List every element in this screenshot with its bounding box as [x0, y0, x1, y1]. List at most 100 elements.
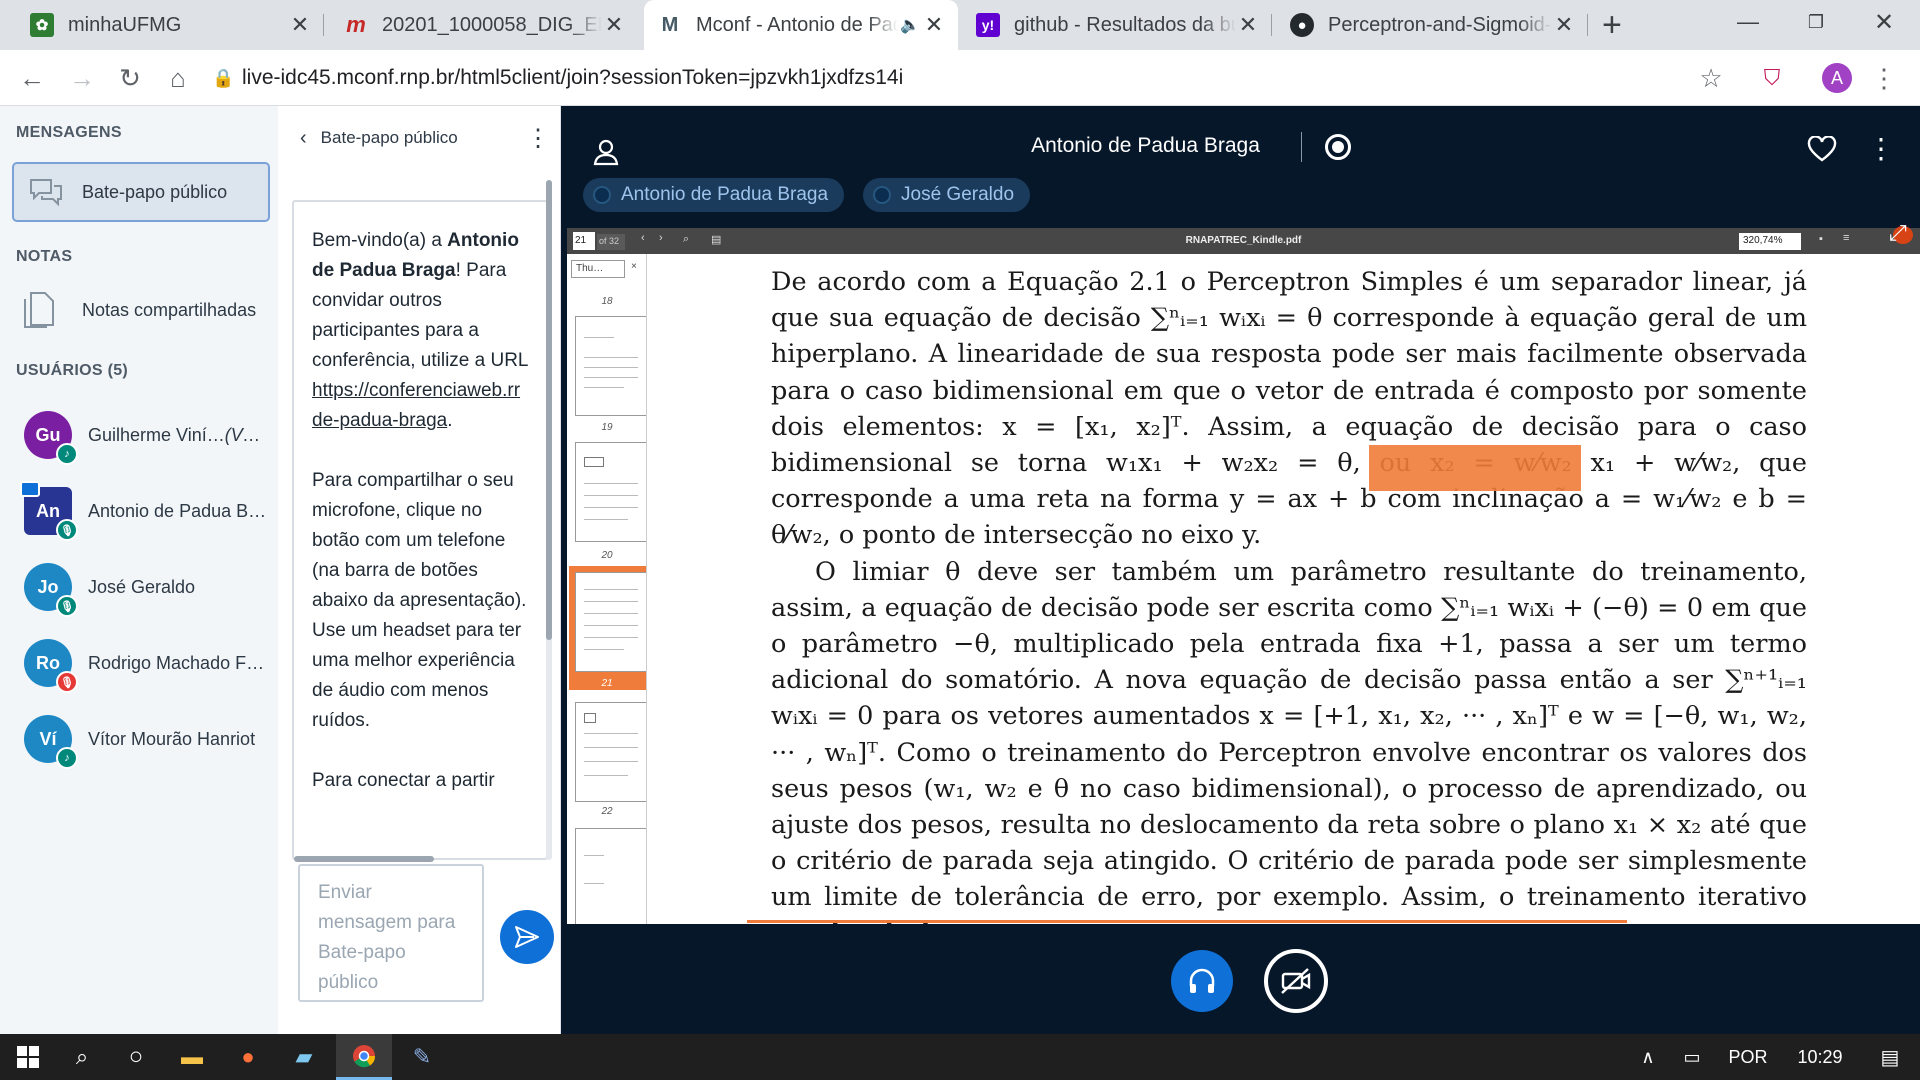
tab-yahoo-search[interactable]: y! github - Resultados da busca ✕ [962, 0, 1272, 50]
users-heading: USUÁRIOS (5) [16, 362, 129, 379]
chat-horizontal-scrollbar[interactable] [294, 856, 434, 862]
thumbnail-page[interactable] [575, 828, 646, 924]
profile-avatar[interactable]: A [1822, 63, 1852, 93]
thumbnail-page[interactable] [575, 442, 646, 542]
pdf-filename: RNAPATREC_Kindle.pdf [1185, 235, 1302, 246]
connect-help-message: Para conectar a partir [312, 770, 495, 791]
record-icon[interactable] [1325, 134, 1351, 160]
avatar: Jo 🎙 [24, 563, 78, 617]
lock-icon: 🔒 [212, 67, 235, 88]
tab-github[interactable]: ● Perceptron-and-Sigmoid-with-Python ✕ [1276, 0, 1588, 50]
tab-title: Perceptron-and-Sigmoid-with-Python [1328, 13, 1552, 36]
thumbnail-number: 18 [601, 296, 613, 307]
close-icon[interactable]: ✕ [288, 12, 312, 38]
pdf-page: De acordo com a Equação 2.1 o Perceptron… [647, 254, 1920, 924]
clock[interactable]: 10:29 [1780, 1034, 1860, 1080]
firefox-icon[interactable]: ● [220, 1034, 276, 1080]
pdf-paragraph: De acordo com a Equação 2.1 o Perceptron… [771, 267, 1807, 551]
user-item[interactable]: An 🎙 Antonio de Padua Br… [20, 481, 274, 541]
pdf-print-icon[interactable]: ▪ [1819, 233, 1823, 245]
tab-minhaufmg[interactable]: ✿ minhaUFMG ✕ [16, 0, 324, 50]
heart-icon[interactable] [1807, 136, 1837, 162]
send-button[interactable] [500, 910, 554, 964]
presenter-icon [20, 481, 40, 497]
close-icon[interactable]: ✕ [602, 12, 626, 38]
window-close-button[interactable]: ✕ [1854, 0, 1914, 44]
search-icon[interactable]: ⌕ [54, 1034, 110, 1080]
document-icon [24, 292, 54, 328]
audio-button[interactable] [1171, 950, 1233, 1012]
talker-indicator: José Geraldo [863, 178, 1031, 212]
close-icon[interactable]: ✕ [922, 12, 946, 38]
task-view-icon[interactable]: ○ [108, 1034, 164, 1080]
shared-notes-item[interactable]: Notas compartilhadas [22, 290, 256, 330]
microphone-icon: 🎙 [56, 519, 78, 541]
windows-start-icon[interactable] [0, 1034, 56, 1080]
browser-menu-icon[interactable]: ⋮ [1866, 60, 1902, 96]
tab-title: 20201_1000058_DIG_ELT13 [382, 13, 602, 36]
reload-button[interactable]: ↻ [112, 60, 148, 96]
pdf-toolbar: 21 of 32 ‹ › ⌕ ▤ RNAPATREC_Kindle.pdf 32… [567, 226, 1920, 254]
muted-microphone-icon: 🎙 [56, 671, 78, 693]
chat-message-input[interactable]: Enviar mensagem para Bate-papo público [298, 864, 484, 1002]
python-icon[interactable]: ✎ [394, 1034, 450, 1080]
address-bar[interactable]: 🔒 live-idc45.mconf.rnp.br/html5client/jo… [212, 56, 1742, 100]
back-button[interactable]: ← [14, 60, 50, 96]
app-icon[interactable]: ▰ [276, 1034, 332, 1080]
thumbnail-page[interactable] [575, 702, 646, 802]
thumbnail-number: 19 [601, 422, 613, 433]
chrome-icon[interactable] [336, 1034, 392, 1080]
speaker-icon[interactable]: 🔈 [898, 15, 922, 35]
home-icon[interactable]: ⌂ [160, 60, 196, 96]
thumbnail-page-current[interactable] [575, 572, 646, 672]
chat-options-icon[interactable]: ⋮ [526, 124, 550, 153]
conference-link[interactable]: https://conferenciaweb.rr de-padua-braga [312, 380, 520, 431]
user-item[interactable]: Jo 🎙 José Geraldo [24, 562, 274, 617]
welcome-message: Bem-vindo(a) a Antonio de Padua Braga! P… [312, 230, 528, 431]
talker-indicator: Antonio de Padua Braga [583, 178, 845, 212]
pdf-thumbnails: Thu… × 18 19 20 21 22 [567, 254, 647, 924]
fullscreen-icon[interactable]: ⤢ [1889, 220, 1907, 246]
thumbnails-select[interactable]: Thu… [571, 260, 625, 278]
pdf-zoom-select[interactable]: 320,74% [1739, 233, 1801, 250]
avatar: Ví ♪ [24, 715, 78, 769]
thumbnail-number: 21 [601, 678, 613, 689]
pocket-extension-icon[interactable]: ⛉ [1754, 60, 1790, 96]
browser-tab-strip: ✿ minhaUFMG ✕ m 20201_1000058_DIG_ELT13 … [0, 0, 1920, 50]
options-menu-icon[interactable]: ⋮ [1867, 132, 1895, 165]
chat-scrollbar[interactable] [546, 180, 552, 860]
notes-heading: NOTAS [16, 248, 73, 265]
chat-header[interactable]: ‹ Bate-papo público ⋮ [300, 118, 550, 158]
file-explorer-icon[interactable]: ▬ [164, 1034, 220, 1080]
close-icon[interactable]: ✕ [1236, 12, 1260, 38]
chat-panel: ‹ Bate-papo público ⋮ Bem-vindo(a) a Ant… [278, 106, 561, 1034]
minimize-button[interactable]: — [1718, 0, 1778, 44]
notification-center-icon[interactable]: ▤ [1862, 1034, 1918, 1080]
forward-button[interactable]: → [64, 60, 100, 96]
restore-button[interactable]: ❐ [1786, 0, 1846, 44]
tab-moodle[interactable]: m 20201_1000058_DIG_ELT13 ✕ [330, 0, 638, 50]
tab-mconf[interactable]: M Mconf - Antonio de Padua Braga 🔈 ✕ [644, 0, 958, 50]
user-item[interactable]: Gu ♪ Guilherme Viní…(Você) [24, 410, 274, 465]
annotation-line [747, 920, 1627, 923]
battery-icon[interactable]: ▭ [1664, 1034, 1720, 1080]
language-indicator[interactable]: POR [1720, 1034, 1776, 1080]
user-name: Antonio de Padua Br… [88, 500, 268, 521]
thumbnails-close-icon[interactable]: × [631, 261, 637, 272]
new-tab-button[interactable]: + [1602, 5, 1622, 45]
mconf-icon: M [661, 13, 679, 36]
pdf-list-icon[interactable]: ≡ [1843, 232, 1849, 244]
user-item[interactable]: Ro 🎙 Rodrigo Machado Fo… [24, 638, 274, 693]
chevron-left-icon[interactable]: ‹ [300, 127, 307, 150]
chat-bubbles-icon [30, 179, 62, 207]
public-chat-button[interactable]: Bate-papo público [12, 162, 270, 222]
tab-title: minhaUFMG [68, 13, 182, 36]
thumbnail-page[interactable] [575, 316, 646, 416]
bookmark-star-icon[interactable]: ☆ [1693, 60, 1729, 96]
close-icon[interactable]: ✕ [1552, 12, 1576, 38]
pdf-paragraph: O limiar θ deve ser também um parâmetro … [771, 556, 1807, 924]
user-item[interactable]: Ví ♪ Vítor Mourão Hanriot [24, 714, 274, 769]
pdf-page-text: De acordo com a Equação 2.1 o Perceptron… [771, 264, 1807, 924]
camera-off-icon [1281, 968, 1311, 994]
video-button[interactable] [1264, 949, 1328, 1013]
